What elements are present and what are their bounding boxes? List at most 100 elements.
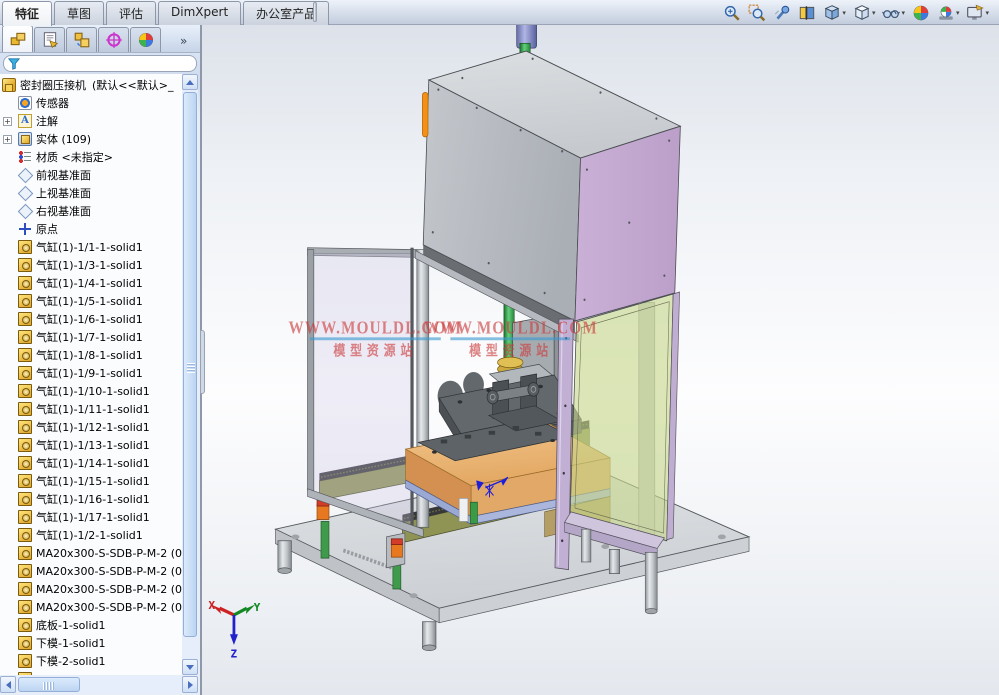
scroll-down-button[interactable]: [182, 659, 198, 675]
solid-icon: [18, 402, 32, 416]
filter-box[interactable]: [3, 55, 197, 72]
tree-item-label: 气缸(1)-1/5-1-solid1: [36, 293, 143, 309]
solid-icon: [18, 294, 32, 308]
command-tab-DimXpert[interactable]: DimXpert: [158, 1, 241, 25]
view-settings-icon[interactable]: ▾: [964, 3, 991, 23]
tree-item-label: 气缸(1)-1/4-1-solid1: [36, 275, 143, 291]
tree-item-label: 气缸(1)-1/8-1-solid1: [36, 347, 143, 363]
graphics-viewport[interactable]: WWW.MOULDL.COM 模型资源站 WWW.MOULDL.COM 模型资源…: [202, 25, 999, 695]
feature-manager-panel: » 密封圈压接机 (默认<<默认>_ 传感器+注解+实体 (109)材质 <未指…: [0, 25, 202, 695]
tree-item[interactable]: 下模-1-solid1: [0, 634, 182, 652]
tree-item[interactable]: 上视基准面: [0, 184, 182, 202]
solid-icon: [18, 510, 32, 524]
tree-item[interactable]: 气缸(1)-1/2-1-solid1: [0, 526, 182, 544]
tree-item[interactable]: +注解: [0, 112, 182, 130]
tree-item[interactable]: 前视基准面: [0, 166, 182, 184]
frame-left[interactable]: [307, 248, 428, 537]
tree-item[interactable]: 原点: [0, 220, 182, 238]
tree-item[interactable]: 右视基准面: [0, 202, 182, 220]
reference-triad[interactable]: X Y Z: [208, 600, 261, 660]
tree-item[interactable]: 700-42981-01-1-solid1: [0, 670, 182, 675]
tree-item[interactable]: 气缸(1)-1/13-1-solid1: [0, 436, 182, 454]
scroll-left-button[interactable]: [0, 676, 16, 693]
panel-tab-property-manager[interactable]: [34, 27, 65, 52]
tree-root-item[interactable]: 密封圈压接机 (默认<<默认>_: [0, 76, 182, 94]
tree-item[interactable]: MA20x300-S-SDB-P-M-2 (0): [0, 562, 182, 580]
tree-item-label: 气缸(1)-1/14-1-solid1: [36, 455, 150, 471]
panel-tab-display-manager[interactable]: [130, 27, 161, 52]
expander-plus[interactable]: +: [3, 117, 12, 126]
tree-item[interactable]: 下模-2-solid1: [0, 652, 182, 670]
tree-item[interactable]: 气缸(1)-1/14-1-solid1: [0, 454, 182, 472]
plane-icon: [18, 168, 32, 182]
scroll-right-button[interactable]: [182, 676, 198, 693]
tree-item[interactable]: 材质 <未指定>: [0, 148, 182, 166]
panel-tab-configuration-manager[interactable]: [66, 27, 97, 52]
solid-icon: [18, 582, 32, 596]
solids-folder-icon: [18, 132, 32, 146]
dropdown-caret[interactable]: ▾: [872, 9, 876, 17]
expander-plus[interactable]: +: [3, 135, 12, 144]
tree-item-label: 底板-1-solid1: [36, 617, 106, 633]
horizontal-scrollbar[interactable]: [0, 676, 198, 693]
previous-view-icon[interactable]: [771, 3, 793, 23]
vertical-scrollbar[interactable]: [182, 74, 198, 675]
tree-item[interactable]: 气缸(1)-1/9-1-solid1: [0, 364, 182, 382]
tree-item[interactable]: 气缸(1)-1/8-1-solid1: [0, 346, 182, 364]
tree-item-label: 下模-1-solid1: [36, 635, 106, 651]
display-style-icon[interactable]: ▾: [851, 3, 878, 23]
tree-item[interactable]: 气缸(1)-1/4-1-solid1: [0, 274, 182, 292]
edit-appearance-icon[interactable]: [910, 3, 932, 23]
tree-item[interactable]: 底板-1-solid1: [0, 616, 182, 634]
tree-item[interactable]: 气缸(1)-1/12-1-solid1: [0, 418, 182, 436]
tree-item[interactable]: 气缸(1)-1/5-1-solid1: [0, 292, 182, 310]
tree-item[interactable]: 气缸(1)-1/17-1-solid1: [0, 508, 182, 526]
tree-item-label: 700-42981-01-1-solid1: [36, 673, 161, 676]
command-tab-特征[interactable]: 特征: [2, 1, 52, 26]
panel-splitter-handle[interactable]: [200, 330, 205, 394]
dropdown-caret[interactable]: ▾: [842, 9, 846, 17]
tree-item-label: 气缸(1)-1/9-1-solid1: [36, 365, 143, 381]
tree-item[interactable]: 气缸(1)-1/16-1-solid1: [0, 490, 182, 508]
sensor-icon: [18, 96, 32, 110]
vertical-scroll-thumb[interactable]: [183, 92, 197, 637]
tree-item[interactable]: 气缸(1)-1/3-1-solid1: [0, 256, 182, 274]
view-orientation-icon[interactable]: ▾: [821, 3, 848, 23]
panel-tab-featuremanager-design-tree[interactable]: [2, 25, 33, 52]
filter-input[interactable]: [23, 57, 192, 70]
command-tab-草图[interactable]: 草图: [54, 1, 104, 25]
tree-item-label: 气缸(1)-1/13-1-solid1: [36, 437, 150, 453]
tree-item-label: 气缸(1)-1/15-1-solid1: [36, 473, 150, 489]
triad-y-label: Y: [253, 602, 261, 614]
tree-item[interactable]: MA20x300-S-SDB-P-M-2 (0): [0, 580, 182, 598]
tree-item-label: 气缸(1)-1/10-1-solid1: [36, 383, 150, 399]
tree-item[interactable]: 气缸(1)-1/7-1-solid1: [0, 328, 182, 346]
dropdown-caret[interactable]: ▾: [985, 9, 989, 17]
panel-tab-dimxpert-manager[interactable]: [98, 27, 129, 52]
command-tab-评估[interactable]: 评估: [106, 1, 156, 25]
svg-text:模型资源站: 模型资源站: [469, 342, 553, 359]
tree-item[interactable]: 气缸(1)-1/15-1-solid1: [0, 472, 182, 490]
tree-item[interactable]: 传感器: [0, 94, 182, 112]
annot-icon: [18, 114, 32, 128]
tree-item[interactable]: MA20x300-S-SDB-P-M-2 (0): [0, 598, 182, 616]
tree-item-label: 气缸(1)-1/11-1-solid1: [36, 401, 150, 417]
zoom-to-area-icon[interactable]: [746, 3, 768, 23]
tree-item[interactable]: 气缸(1)-1/11-1-solid1: [0, 400, 182, 418]
tree-item[interactable]: 气缸(1)-1/10-1-solid1: [0, 382, 182, 400]
scroll-up-button[interactable]: [182, 74, 198, 90]
left-glass-panel: [314, 253, 411, 523]
tree-item[interactable]: MA20x300-S-SDB-P-M-2 (0): [0, 544, 182, 562]
horizontal-scroll-thumb[interactable]: [18, 677, 80, 692]
top-enclosure[interactable]: [415, 25, 680, 342]
tree-item[interactable]: 气缸(1)-1/6-1-solid1: [0, 310, 182, 328]
dropdown-caret[interactable]: ▾: [956, 9, 960, 17]
dropdown-caret[interactable]: ▾: [901, 9, 905, 17]
section-view-icon[interactable]: [796, 3, 818, 23]
tree-item[interactable]: +实体 (109): [0, 130, 182, 148]
apply-scene-icon[interactable]: ▾: [935, 3, 962, 23]
panel-overflow-chevron[interactable]: »: [176, 34, 191, 52]
tree-item[interactable]: 气缸(1)-1/1-1-solid1: [0, 238, 182, 256]
hide-show-items-icon[interactable]: ▾: [880, 3, 907, 23]
zoom-to-fit-icon[interactable]: [721, 3, 743, 23]
